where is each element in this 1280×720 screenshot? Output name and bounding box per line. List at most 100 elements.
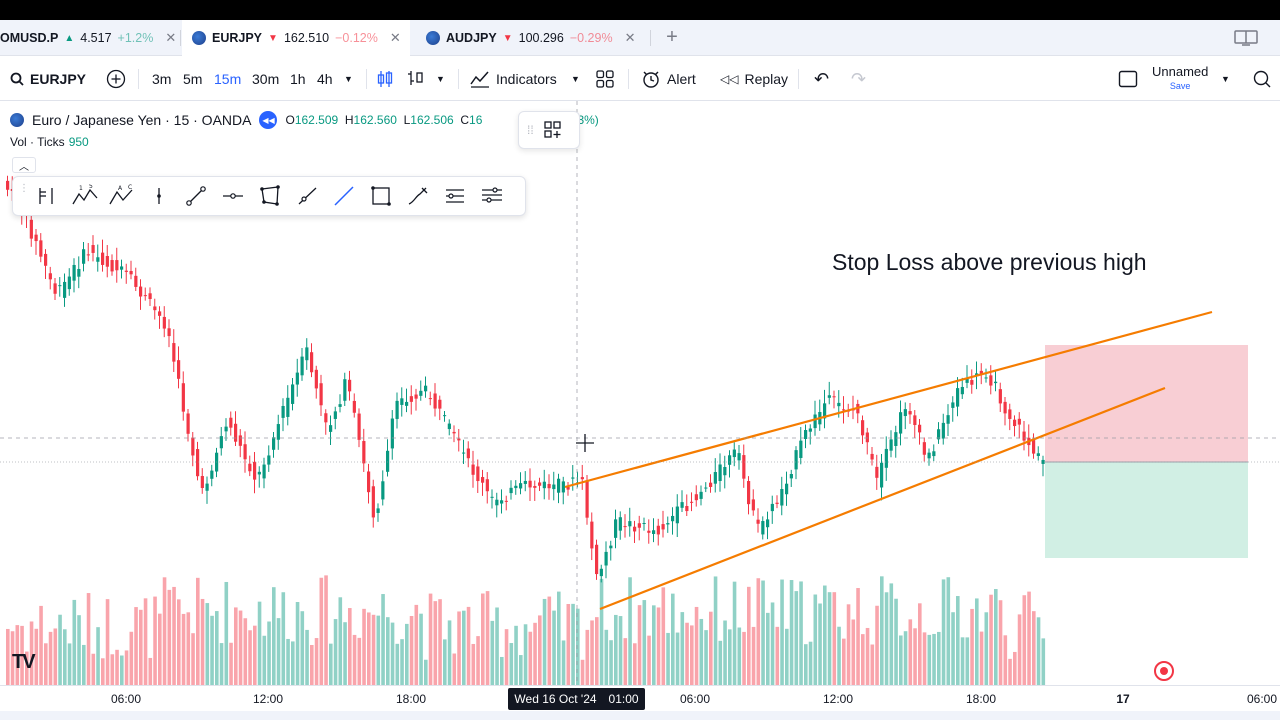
volume-bar xyxy=(1027,591,1031,685)
fib-retracement-tool[interactable] xyxy=(439,180,471,212)
candle-body xyxy=(253,461,257,480)
interval-30m[interactable]: 30m xyxy=(252,57,279,101)
time-axis[interactable]: 06:00 12:00 18:00 06:00 12:00 18:00 17 0… xyxy=(0,685,1280,711)
svg-text:A: A xyxy=(118,185,123,192)
interval-3m[interactable]: 3m xyxy=(152,57,171,101)
volume-bar xyxy=(571,603,575,685)
tab-symbol: EURJPY xyxy=(212,31,263,45)
candle-body xyxy=(272,437,276,450)
close-icon[interactable]: ✕ xyxy=(165,30,176,46)
time-label: 12:00 xyxy=(822,692,854,706)
undo-button[interactable]: ↶ xyxy=(814,57,829,101)
compare-button[interactable] xyxy=(106,57,126,101)
volume-bar xyxy=(500,656,504,685)
collapse-legend-button[interactable]: ︿ xyxy=(12,157,36,173)
volume-bar xyxy=(224,581,229,685)
volume-bar xyxy=(528,631,533,685)
candle-body xyxy=(989,375,993,386)
polygon-tool[interactable] xyxy=(254,180,286,212)
tradingview-logo[interactable]: TV xyxy=(12,651,36,674)
time-label: 18:00 xyxy=(965,692,997,706)
volume-bar xyxy=(471,643,476,685)
chart-type-bars-button[interactable] xyxy=(406,57,424,101)
volume-bar xyxy=(794,591,799,685)
volume-bar xyxy=(975,598,979,685)
volume-legend[interactable]: Vol · Ticks 950 xyxy=(10,135,89,149)
candle-body xyxy=(690,501,694,503)
chart-pane[interactable]: Euro / Japanese Yen · 15 · OANDA ◀◀ O162… xyxy=(0,101,1280,685)
candle-body xyxy=(656,525,660,535)
symbol-legend[interactable]: Euro / Japanese Yen · 15 · OANDA ◀◀ O162… xyxy=(10,111,599,129)
volume-bar xyxy=(495,607,499,685)
candle-body xyxy=(6,180,10,190)
volume-bar xyxy=(1041,638,1046,685)
take-profit-zone[interactable] xyxy=(1045,462,1248,558)
object-tree-float-button[interactable]: ⁞⁞ xyxy=(518,111,580,149)
candle-body xyxy=(352,400,356,413)
indicators-button[interactable]: Indicators xyxy=(470,57,557,101)
pitchfork-tool[interactable] xyxy=(32,180,64,212)
volume-bar xyxy=(552,610,556,685)
layout-name-button[interactable]: Unnamed Save xyxy=(1152,65,1208,93)
volume-bar xyxy=(647,635,651,685)
alert-button[interactable]: Alert xyxy=(641,57,696,101)
interval-1h[interactable]: 1h xyxy=(290,57,306,101)
volume-bar xyxy=(343,622,347,685)
extended-line-tool[interactable] xyxy=(328,180,360,212)
interval-4h[interactable]: 4h xyxy=(317,57,333,101)
volume-bar xyxy=(1032,611,1036,685)
tab-omusd[interactable]: OMUSD.P ▲ 4.517 +1.2% ✕ xyxy=(0,20,180,56)
interval-15m[interactable]: 15m xyxy=(214,57,241,101)
rectangle-tool[interactable] xyxy=(365,180,397,212)
volume-bar xyxy=(44,643,48,685)
interval-5m[interactable]: 5m xyxy=(183,57,202,101)
tab-eurjpy[interactable]: EURJPY ▼ 162.510 −0.12% ✕ xyxy=(182,20,410,56)
candle-body xyxy=(433,393,437,409)
fib-channel-tool[interactable] xyxy=(476,180,508,212)
tab-audjpy[interactable]: AUDJPY ▼ 100.296 −0.29% ✕ xyxy=(416,20,648,56)
drag-handle-icon[interactable]: ⋮ xyxy=(19,184,29,206)
brush-tool[interactable] xyxy=(402,180,434,212)
candle-body xyxy=(509,487,513,494)
new-tab-plus-icon[interactable]: + xyxy=(660,26,684,50)
candle-body xyxy=(291,384,295,404)
stop-loss-zone[interactable] xyxy=(1045,345,1248,462)
ray-tool[interactable] xyxy=(291,180,323,212)
currency-flag-icon xyxy=(192,31,206,45)
templates-button[interactable] xyxy=(596,57,614,101)
replay-button[interactable]: ◁◁ Replay xyxy=(720,57,788,101)
volume-bar xyxy=(181,613,186,685)
elliott-wave-tool[interactable]: 15 xyxy=(69,180,101,212)
horizontal-ray-tool[interactable] xyxy=(217,180,249,212)
chart-type-candles-button[interactable] xyxy=(376,57,394,101)
indicators-dropdown[interactable]: ▼ xyxy=(571,57,580,101)
interval-dropdown[interactable]: ▼ xyxy=(344,57,353,101)
stop-loss-annotation[interactable]: Stop Loss above previous high xyxy=(832,249,1147,276)
trend-line-tool[interactable] xyxy=(180,180,212,212)
symbol-search-button[interactable]: EURJPY xyxy=(10,57,86,101)
volume-bar xyxy=(466,606,471,685)
chart-type-dropdown[interactable]: ▼ xyxy=(436,57,445,101)
layout-icon[interactable] xyxy=(1234,29,1258,47)
candle-body xyxy=(808,428,812,432)
close-icon[interactable]: ✕ xyxy=(390,30,401,46)
volume-bar xyxy=(1008,658,1012,685)
volume-bar xyxy=(63,629,67,685)
candle-body xyxy=(751,499,755,511)
layout-toggle-button[interactable] xyxy=(1118,57,1138,101)
redo-button[interactable]: ↷ xyxy=(851,57,866,101)
volume-bar xyxy=(514,625,518,685)
volume-bar xyxy=(837,626,841,685)
volume-bar xyxy=(566,604,571,685)
candle-body xyxy=(813,414,817,429)
close-icon[interactable]: ✕ xyxy=(625,30,636,46)
vertical-line-tool[interactable] xyxy=(143,180,175,212)
extended-line-icon xyxy=(334,186,354,206)
abc-wave-tool[interactable]: AC xyxy=(106,180,138,212)
volume-bar xyxy=(604,629,609,685)
replay-rewind-icon[interactable]: ◀◀ xyxy=(259,111,278,129)
layout-dropdown[interactable]: ▼ xyxy=(1221,57,1230,101)
symbol-title: Euro / Japanese Yen · 15 · OANDA xyxy=(32,112,252,128)
scroll-to-realtime-icon[interactable] xyxy=(1154,661,1174,681)
quick-search-button[interactable] xyxy=(1252,57,1272,101)
